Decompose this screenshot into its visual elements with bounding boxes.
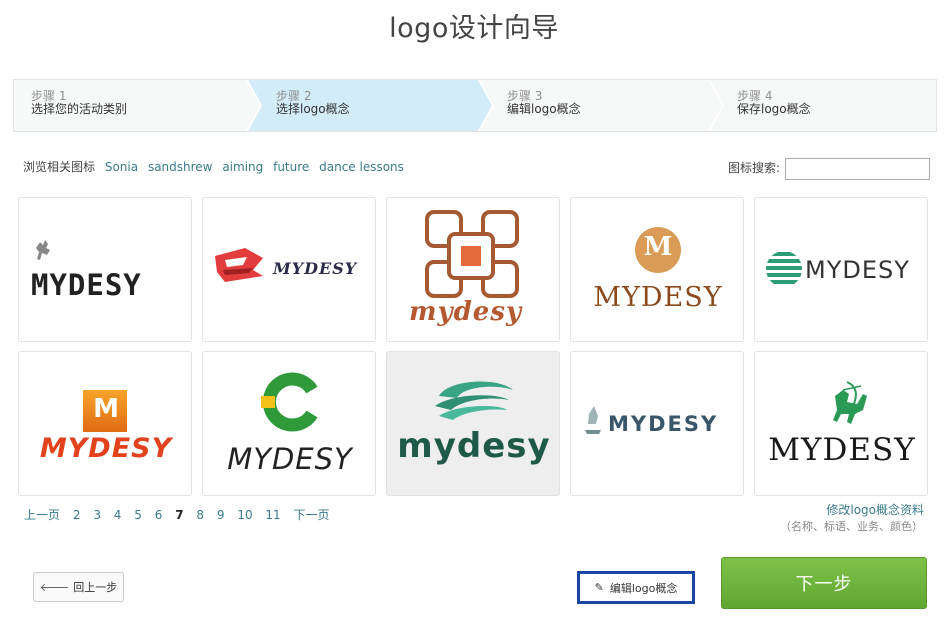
wizard-steps: 步骤 1 选择您的活动类别 步骤 2 选择logo概念 步骤 3 编辑logo概… bbox=[13, 79, 937, 132]
logo-card[interactable]: M MYDESY bbox=[570, 197, 744, 342]
logo-text: MYDESY bbox=[768, 432, 916, 468]
chevron-right-icon bbox=[708, 80, 724, 131]
logo-badge: M bbox=[643, 232, 673, 262]
page-link[interactable]: 11 bbox=[265, 508, 280, 522]
next-step-button[interactable]: 下一步 bbox=[721, 557, 927, 609]
step-1: 步骤 1 选择您的活动类别 bbox=[14, 80, 246, 131]
edit-logo-button[interactable]: ✎ 编辑logo概念 bbox=[577, 571, 695, 604]
pencil-icon: ✎ bbox=[594, 581, 604, 594]
chevron-right-icon bbox=[478, 80, 494, 131]
centaur-archer-logo-icon bbox=[833, 381, 867, 424]
logo-card[interactable]: MYDESY bbox=[570, 351, 744, 496]
edit-button-label: 编辑logo概念 bbox=[609, 581, 678, 595]
back-button[interactable]: 🡐 回上一步 bbox=[33, 572, 124, 602]
page-link[interactable]: 10 bbox=[237, 508, 252, 522]
m-square-logo-icon bbox=[83, 390, 127, 432]
step-name: 保存logo概念 bbox=[737, 102, 811, 116]
logo-card[interactable]: MYDESY bbox=[202, 351, 376, 496]
logo-text: mydesy bbox=[397, 426, 551, 466]
step-3: 步骤 3 编辑logo概念 bbox=[478, 80, 708, 131]
next-page-link[interactable]: 下一页 bbox=[294, 508, 330, 522]
logo-card[interactable]: M MYDESY bbox=[18, 351, 192, 496]
current-page: 7 bbox=[175, 508, 184, 522]
wave-logo-icon bbox=[435, 381, 513, 420]
logo-badge: M bbox=[93, 394, 119, 424]
page-title: logo设计向导 bbox=[389, 13, 559, 44]
page-link[interactable]: 8 bbox=[196, 508, 204, 522]
step-2-active: 步骤 2 选择logo概念 bbox=[246, 80, 478, 131]
logo-text: mydesy bbox=[409, 297, 523, 327]
related-tag[interactable]: aiming bbox=[222, 160, 263, 174]
search-label: 图标搜索: bbox=[728, 161, 781, 175]
related-label: 浏览相关图标 bbox=[23, 160, 96, 174]
logo-text: MYDESY bbox=[31, 268, 142, 302]
logo-text: MYDESY bbox=[273, 259, 358, 278]
page-link[interactable]: 9 bbox=[217, 508, 225, 522]
back-button-label: 回上一步 bbox=[73, 581, 118, 594]
step-name: 选择您的活动类别 bbox=[31, 102, 128, 116]
logo-card[interactable]: MYDESY bbox=[18, 197, 192, 342]
related-tag[interactable]: sandshrew bbox=[148, 160, 213, 174]
modify-logo-info-link[interactable]: 修改logo概念资料 bbox=[826, 501, 924, 518]
related-icons-row: 浏览相关图标 Sonia sandshrew aiming future dan… bbox=[23, 158, 404, 175]
modify-note: （名称、标语、业务、颜色） bbox=[780, 520, 923, 533]
logo-card[interactable]: MYDESY bbox=[754, 197, 928, 342]
page-link[interactable]: 4 bbox=[114, 508, 122, 522]
page-link[interactable]: 3 bbox=[93, 508, 101, 522]
logo-text: MYDESY bbox=[39, 433, 173, 464]
chevron-right-icon bbox=[246, 80, 262, 131]
logo-text: MYDESY bbox=[608, 412, 719, 436]
logo-text: MYDESY bbox=[593, 282, 723, 313]
logo-card[interactable]: mydesy bbox=[386, 197, 560, 342]
pagination: 上一页 2 3 4 5 6 7 8 9 10 11 下一页 bbox=[24, 506, 339, 523]
logo-card-selected[interactable]: mydesy bbox=[386, 351, 560, 496]
logo-card[interactable]: MYDESY bbox=[202, 197, 376, 342]
logo-text: MYDESY bbox=[805, 256, 910, 284]
related-tag[interactable]: future bbox=[273, 160, 309, 174]
page-link[interactable]: 6 bbox=[155, 508, 163, 522]
logo-card[interactable]: MYDESY bbox=[754, 351, 928, 496]
icon-search-input[interactable] bbox=[785, 158, 930, 180]
step-name: 选择logo概念 bbox=[276, 102, 350, 116]
logo-text: MYDESY bbox=[227, 442, 353, 476]
related-tag[interactable]: Sonia bbox=[105, 160, 138, 174]
related-tag[interactable]: dance lessons bbox=[319, 160, 404, 174]
page-link[interactable]: 5 bbox=[134, 508, 142, 522]
step-name: 编辑logo概念 bbox=[507, 102, 581, 116]
arrow-left-icon: 🡐 bbox=[39, 581, 70, 594]
m-badge-logo-icon bbox=[635, 227, 681, 273]
step-4: 步骤 4 保存logo概念 bbox=[708, 80, 936, 131]
page-link[interactable]: 2 bbox=[73, 508, 81, 522]
prev-page-link[interactable]: 上一页 bbox=[24, 508, 60, 522]
